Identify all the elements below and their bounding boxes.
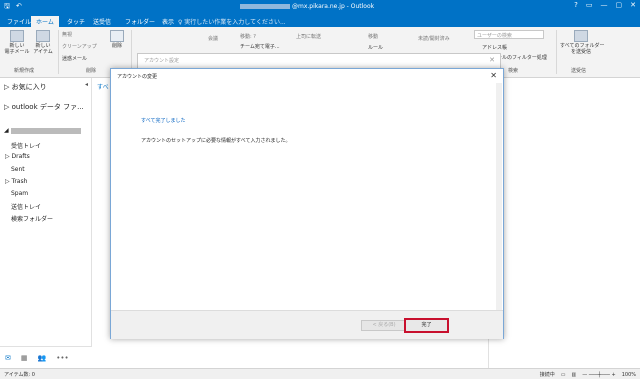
list-filter-all[interactable]: すべ — [97, 82, 109, 91]
tab-touch[interactable]: タッチ — [62, 16, 90, 27]
reading-view-icon[interactable]: ▥ — [572, 372, 577, 378]
folder-sent[interactable]: Sent — [11, 166, 25, 173]
send-receive-icon — [574, 30, 588, 42]
module-nav-bar: ✉ ▦ 👥 ••• — [0, 346, 92, 368]
cleanup-button[interactable]: クリーンアップ — [62, 43, 97, 50]
tab-folder[interactable]: フォルダー — [120, 16, 160, 27]
group-new-label: 新規作成 — [14, 68, 35, 74]
ignore-button[interactable]: 無視 — [62, 31, 72, 38]
rules-button[interactable]: ルール — [368, 44, 383, 51]
back-button[interactable]: < 戻る(B) — [361, 320, 407, 331]
save-icon[interactable]: 🖫 — [4, 2, 10, 13]
junk-button[interactable]: 迷惑メール — [62, 55, 87, 62]
to-manager-quickstep[interactable]: 上司に転送 — [296, 33, 321, 40]
tab-home[interactable]: ホーム — [31, 16, 59, 27]
folder-trash[interactable]: ▷ Trash — [5, 178, 27, 185]
item-count: アイテム数: 0 — [4, 372, 35, 378]
ribbon-separator — [556, 30, 557, 74]
zoom-level[interactable]: 100% — [622, 372, 636, 378]
close-icon[interactable]: ✕ — [490, 71, 497, 80]
title-bar: 🖫 ↶ @mx.pikara.ne.jp - Outlook ? ▭ — ▢ ✕ — [0, 0, 640, 14]
status-bar: アイテム数: 0 接続中 ▭ ▥ — ───┼─── + 100% — [0, 368, 640, 379]
new-items-icon — [36, 30, 50, 42]
help-icon[interactable]: ? — [574, 1, 578, 9]
send-receive-all-button[interactable]: すべてのフォルダー を送受信 — [560, 30, 604, 55]
dialog-scrollbar[interactable] — [496, 83, 502, 310]
address-book-button[interactable]: アドレス帳 — [482, 44, 507, 51]
close-icon[interactable]: ✕ — [630, 1, 636, 9]
tell-me-input[interactable]: ♀ 実行したい作業を入力してください... — [178, 17, 286, 26]
folder-pane: ▷ お気に入り ◂ ▷ outlook データ ファ... ◢ 受信トレイ ▷ … — [0, 78, 92, 346]
delete-icon — [110, 30, 124, 42]
window-controls: ? ▭ — ▢ ✕ — [574, 1, 636, 9]
delete-button[interactable]: 削除 — [106, 30, 128, 49]
ribbon-separator — [58, 30, 59, 74]
reading-pane — [488, 78, 640, 368]
redacted-email — [240, 4, 290, 9]
new-mail-icon — [10, 30, 24, 42]
search-people-input[interactable]: ユーザーの検索 — [474, 30, 544, 39]
folder-search[interactable]: 検索フォルダー — [11, 214, 53, 223]
meeting-button[interactable]: 会議 — [208, 35, 218, 42]
account-settings-title: アカウント設定 — [144, 58, 180, 64]
folder-drafts[interactable]: ▷ Drafts — [5, 153, 30, 160]
ribbon-tabs: ファイル ホーム タッチ 送受信 フォルダー 表示 ♀ 実行したい作業を入力して… — [0, 14, 640, 27]
folder-inbox[interactable]: 受信トレイ — [11, 141, 41, 150]
group-delete-label: 削除 — [86, 68, 97, 74]
connection-status: 接続中 — [539, 372, 555, 378]
folder-spam[interactable]: Spam — [11, 190, 28, 197]
dialog-title: アカウントの変更 — [117, 74, 158, 80]
completion-message: アカウントのセットアップに必要な情報がすべて入力されました。 — [141, 138, 291, 144]
change-account-dialog: アカウントの変更 ✕ すべて完了しました アカウントのセットアップに必要な情報が… — [110, 68, 504, 339]
zoom-slider[interactable]: — ───┼─── + — [582, 372, 615, 378]
collapse-pane-icon[interactable]: ◂ — [85, 81, 88, 88]
maximize-icon[interactable]: ▢ — [616, 1, 623, 9]
dialog-footer: < 戻る(B) 完了 — [111, 310, 503, 339]
move-button[interactable]: 移動 — [368, 33, 378, 40]
calendar-icon[interactable]: ▦ — [21, 354, 28, 362]
account-node[interactable]: ◢ — [4, 127, 81, 134]
more-icon[interactable]: ••• — [56, 354, 68, 362]
redacted-account — [10, 127, 81, 134]
status-right: 接続中 ▭ ▥ — ───┼─── + 100% — [539, 371, 636, 379]
undo-icon[interactable]: ↶ — [16, 2, 22, 13]
quick-access-toolbar: 🖫 ↶ — [4, 2, 22, 13]
completion-heading: すべて完了しました — [141, 118, 186, 124]
minimize-icon[interactable]: — — [601, 1, 608, 9]
window-title: @mx.pikara.ne.jp - Outlook — [240, 3, 374, 10]
favorites-header[interactable]: ▷ お気に入り — [4, 82, 47, 92]
unread-button[interactable]: 未読/開封済み — [418, 35, 450, 42]
team-email-quickstep[interactable]: チーム宛て電子... — [240, 43, 280, 50]
new-items-button[interactable]: 新しい アイテム — [30, 30, 56, 55]
moveto-quickstep[interactable]: 移動: ? — [240, 33, 256, 40]
group-send-receive-label: 送受信 — [571, 68, 587, 74]
tab-view[interactable]: 表示 — [157, 16, 179, 27]
mail-icon[interactable]: ✉ — [5, 354, 11, 362]
normal-view-icon[interactable]: ▭ — [561, 372, 566, 378]
group-find-label: 検索 — [508, 68, 519, 74]
finish-button[interactable]: 完了 — [404, 318, 449, 333]
people-icon[interactable]: 👥 — [38, 354, 47, 362]
tab-send-receive[interactable]: 送受信 — [88, 16, 116, 27]
new-mail-button[interactable]: 新しい 電子メール — [4, 30, 30, 55]
close-icon[interactable]: ✕ — [489, 56, 495, 64]
folder-outbox[interactable]: 送信トレイ — [11, 202, 41, 211]
outlook-data-file-node[interactable]: ▷ outlook データ ファ... — [4, 102, 84, 112]
ribbon-display-icon[interactable]: ▭ — [586, 1, 593, 9]
